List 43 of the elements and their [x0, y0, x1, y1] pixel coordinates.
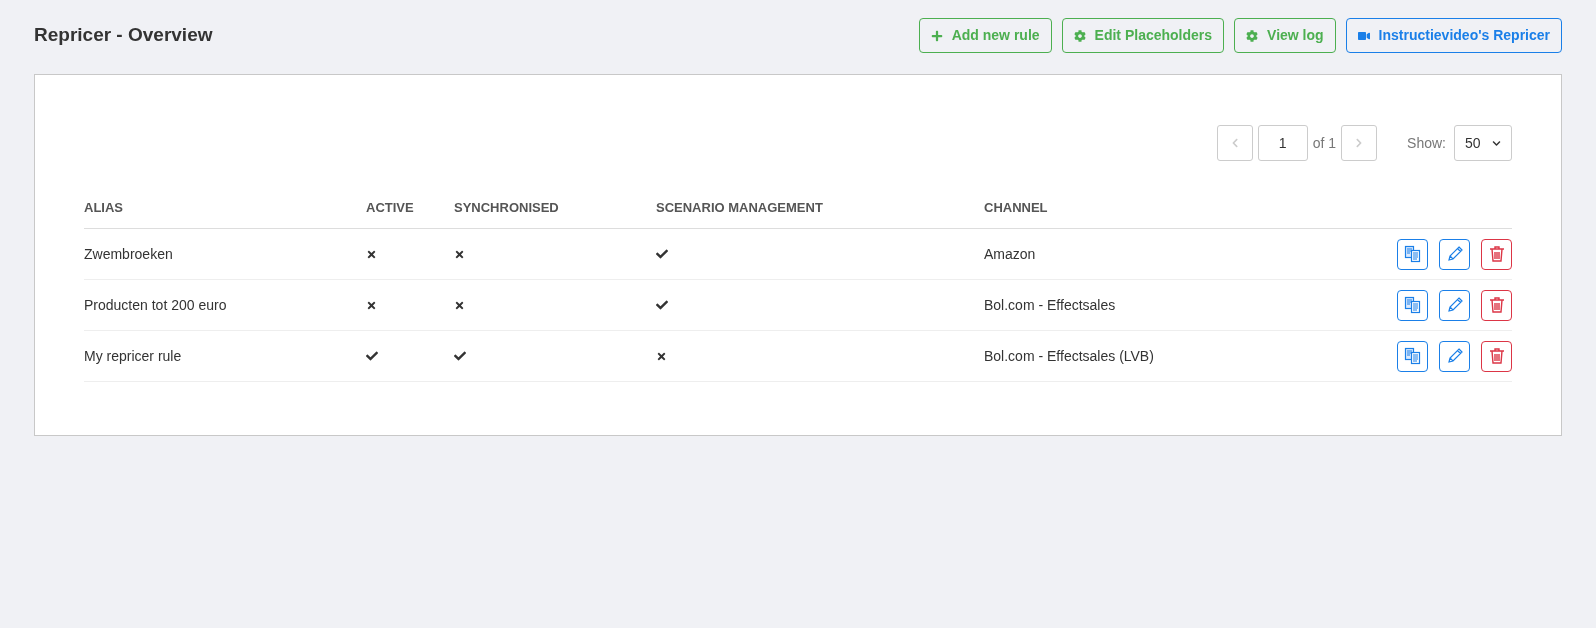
delete-button[interactable]	[1481, 238, 1512, 270]
copy-documents-icon	[1403, 245, 1422, 263]
table-cell: Amazon	[984, 245, 1036, 262]
copy-button[interactable]	[1397, 289, 1428, 321]
video-camera-icon	[1357, 29, 1370, 42]
table-cell: Bol.com - Effectsales (LVB)	[984, 347, 1154, 364]
column-header: SCENARIO MANAGEMENT	[656, 199, 823, 215]
edit-button[interactable]	[1439, 289, 1470, 321]
copy-documents-icon	[1403, 347, 1422, 365]
pencil-icon	[1445, 245, 1464, 263]
page-size-select[interactable]: 50	[1454, 125, 1512, 161]
copy-documents-icon	[1403, 296, 1422, 314]
header-button[interactable]: Add new rule	[918, 18, 1052, 53]
trash-icon	[1487, 245, 1506, 263]
column-header: ALIAS	[84, 199, 123, 215]
gear-icon	[1246, 29, 1259, 42]
trash-icon	[1487, 347, 1506, 365]
trash-icon	[1487, 296, 1506, 314]
header-button[interactable]: Edit Placeholders	[1061, 18, 1225, 53]
table-cell: My repricer rule	[84, 347, 182, 364]
column-header: SYNCHRONISED	[454, 199, 559, 215]
copy-button[interactable]	[1397, 238, 1428, 270]
page-title: Repricer - Overview	[34, 23, 213, 48]
plus-icon	[930, 29, 943, 42]
column-header: CHANNEL	[984, 199, 1048, 215]
pencil-icon	[1445, 347, 1464, 365]
table-cell: Bol.com - Effectsales	[984, 296, 1116, 313]
show-label: Show:	[1407, 133, 1446, 153]
chevron-down-icon	[1492, 138, 1501, 148]
gear-icon	[1073, 29, 1086, 42]
header-button[interactable]: Instructievideo's Repricer	[1345, 18, 1562, 53]
column-header: ACTIVE	[366, 199, 414, 215]
copy-button[interactable]	[1397, 340, 1428, 372]
page-number-field[interactable]: 1	[1257, 125, 1308, 161]
edit-button[interactable]	[1439, 238, 1470, 270]
pencil-icon	[1445, 296, 1464, 314]
page-count-label: of 1	[1312, 133, 1337, 153]
delete-button[interactable]	[1481, 340, 1512, 372]
edit-button[interactable]	[1439, 340, 1470, 372]
delete-button[interactable]	[1481, 289, 1512, 321]
table-cell: Zwembroeken	[84, 245, 173, 262]
header-button[interactable]: View log	[1234, 18, 1336, 53]
table-cell: Producten tot 200 euro	[84, 296, 227, 313]
